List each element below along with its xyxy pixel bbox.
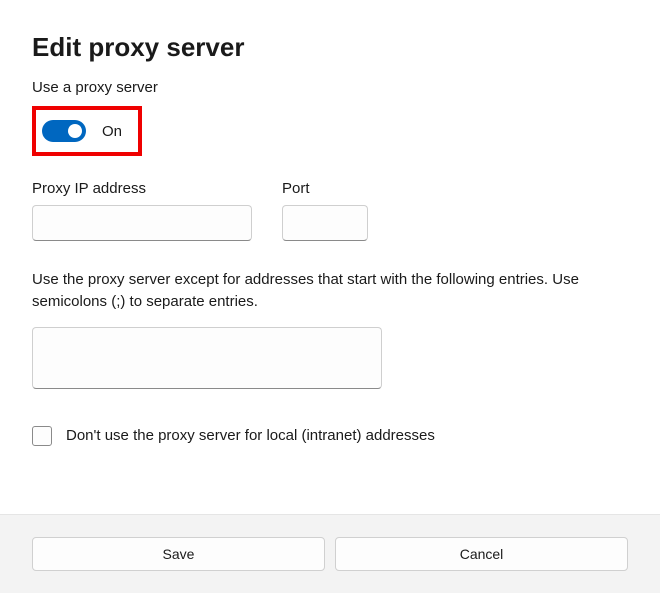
edit-proxy-dialog: Edit proxy server Use a proxy server On … bbox=[0, 0, 660, 446]
exceptions-description: Use the proxy server except for addresse… bbox=[32, 269, 628, 313]
use-proxy-label: Use a proxy server bbox=[32, 79, 628, 96]
toggle-state-label: On bbox=[102, 123, 122, 140]
address-port-row: Proxy IP address Port bbox=[32, 180, 628, 241]
dialog-footer: Save Cancel bbox=[0, 514, 660, 593]
cancel-button[interactable]: Cancel bbox=[335, 537, 628, 571]
save-button[interactable]: Save bbox=[32, 537, 325, 571]
dialog-title: Edit proxy server bbox=[32, 32, 628, 63]
toggle-knob-icon bbox=[68, 124, 82, 138]
proxy-port-input[interactable] bbox=[282, 205, 368, 241]
ip-label: Proxy IP address bbox=[32, 180, 252, 197]
exceptions-input[interactable] bbox=[32, 327, 382, 389]
proxy-toggle[interactable] bbox=[42, 120, 86, 142]
port-label: Port bbox=[282, 180, 368, 197]
local-bypass-row: Don't use the proxy server for local (in… bbox=[32, 426, 628, 446]
local-bypass-label: Don't use the proxy server for local (in… bbox=[66, 427, 435, 444]
local-bypass-checkbox[interactable] bbox=[32, 426, 52, 446]
proxy-ip-input[interactable] bbox=[32, 205, 252, 241]
toggle-highlight-box: On bbox=[32, 106, 142, 156]
port-field-group: Port bbox=[282, 180, 368, 241]
ip-field-group: Proxy IP address bbox=[32, 180, 252, 241]
